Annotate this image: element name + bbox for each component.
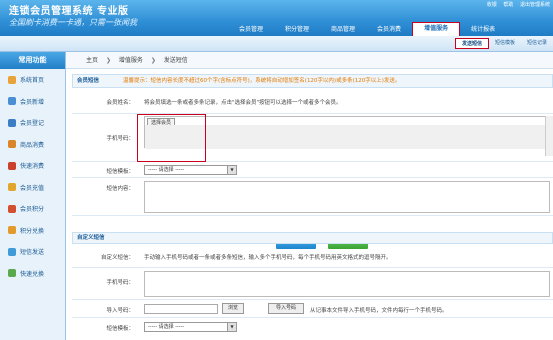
- subnav-sms-templates[interactable]: 短信模板: [489, 38, 521, 49]
- nav-points-management[interactable]: 积分管理: [274, 24, 320, 36]
- nav-product-management[interactable]: 商品管理: [320, 24, 366, 36]
- cart-icon: [8, 140, 16, 149]
- subnav: 发送短信 短信模板 短信记录: [454, 38, 553, 49]
- sidebar-item-label: 积分兑换: [20, 227, 45, 235]
- section-title-custom-sms: 自定义短信: [72, 232, 553, 244]
- header-link-logout[interactable]: 退出管理系统: [520, 2, 550, 8]
- nav-member-management[interactable]: 会员管理: [228, 24, 274, 36]
- browse-button[interactable]: 浏览: [222, 303, 244, 314]
- sidebar-item-quick-consumption[interactable]: 快速消费: [0, 155, 65, 177]
- highlight-box: [137, 114, 206, 162]
- breadcrumb-separator-icon: ❯: [150, 57, 156, 64]
- custom-template-select-value: ----- 请选择 -----: [148, 324, 185, 330]
- nav-member-consumption[interactable]: 会员消费: [366, 24, 412, 36]
- sidebar-item-points-exchange[interactable]: 积分兑换: [0, 220, 65, 242]
- custom-template-row: 短信模板： ----- 请选择 ----- ▼: [72, 318, 553, 336]
- user-add-icon: [8, 97, 16, 106]
- sidebar-item-member-recharge[interactable]: 会员充值: [0, 177, 65, 199]
- breadcrumb-services[interactable]: 增值服务: [119, 57, 143, 64]
- import-numbers-button[interactable]: 导入号码: [268, 303, 304, 314]
- sidebar-item-label: 会员新增: [20, 98, 45, 106]
- sidebar-item-quick-exchange[interactable]: 快速兑换: [0, 263, 65, 285]
- lightning-icon: [8, 161, 16, 170]
- import-hint: 从记事本文件导入手机号码，文件内每行一个手机号码。: [310, 308, 448, 314]
- sidebar-item-label: 会员登记: [20, 120, 45, 128]
- nav-value-added-services[interactable]: 增值服务: [412, 22, 461, 37]
- sidebar-item-label: 会员积分: [20, 206, 45, 214]
- custom-hint-row: 自定义短信： 手动输入手机号码或者一条或者多条短信，输入多个手机号码，每个手机号…: [72, 246, 553, 268]
- home-icon: [8, 75, 16, 84]
- app-slogan: 全国刷卡消费一卡通，只需一张闻我: [9, 18, 137, 27]
- chevron-down-icon: ▼: [227, 166, 236, 174]
- sms-notice: 温馨提示：短信内容长度不超过60个字(含标点符号)，系统将自动增加签名(120字…: [123, 78, 401, 84]
- recipient-row: 会员姓名： 将会员填选一条或者多条记录，点击"选择会员"按钮可以选择一个或者多个…: [72, 90, 553, 114]
- sidebar-item-label: 商品消费: [20, 141, 45, 149]
- sidebar-item-member-register[interactable]: 会员登记: [0, 112, 65, 134]
- sidebar-item-member-points[interactable]: 会员积分: [0, 198, 65, 220]
- scrollbar[interactable]: [545, 116, 553, 156]
- header-link-help[interactable]: 帮助: [503, 2, 513, 8]
- breadcrumb-home[interactable]: 主页: [86, 57, 98, 64]
- import-file-input[interactable]: [144, 304, 218, 314]
- import-label: 导入号码：: [106, 308, 134, 314]
- import-row: 导入号码： 浏览 导入号码 从记事本文件导入手机号码，文件内每行一个手机号码。: [72, 300, 553, 318]
- custom-phone-label: 手机号码：: [106, 280, 134, 286]
- breadcrumb: 主页 ❯ 增值服务 ❯ 发送短信: [66, 52, 553, 69]
- template-label: 短信模板：: [106, 169, 134, 175]
- sidebar-item-label: 短信发送: [20, 249, 45, 257]
- phone-label: 手机号码：: [106, 136, 134, 142]
- template-select-value: ----- 请选择 -----: [148, 167, 185, 173]
- breadcrumb-separator-icon: ❯: [105, 57, 111, 64]
- custom-template-label: 短信模板：: [106, 326, 134, 332]
- custom-template-select[interactable]: ----- 请选择 ----- ▼: [144, 322, 237, 332]
- header-links: 收银 帮助 退出管理系统: [482, 1, 550, 8]
- sms-content-textarea[interactable]: [144, 181, 550, 213]
- main-content: 主页 ❯ 增值服务 ❯ 发送短信 会员短信 温馨提示：短信内容长度不超过60个字…: [66, 52, 553, 340]
- breadcrumb-current: 发送短信: [163, 57, 188, 64]
- custom-phone-row: 手机号码：: [72, 268, 553, 300]
- recipient-label: 会员姓名：: [106, 100, 134, 106]
- gift-icon: [8, 226, 16, 235]
- sidebar-item-label: 快速消费: [20, 163, 45, 171]
- chevron-down-icon: ▼: [227, 323, 236, 331]
- user-icon: [8, 118, 16, 127]
- section-title-member-sms: 会员短信: [77, 78, 100, 84]
- subnav-sms-records[interactable]: 短信记录: [521, 38, 553, 49]
- sidebar-item-label: 快速兑换: [20, 270, 45, 278]
- content-row: 短信内容：: [72, 178, 553, 216]
- card-icon: [8, 183, 16, 192]
- message-icon: [8, 247, 16, 256]
- sidebar-title: 常用功能: [0, 52, 65, 69]
- template-row: 短信模板： ----- 请选择 ----- ▼: [72, 162, 553, 178]
- sidebar-item-home[interactable]: 系统首页: [0, 69, 65, 91]
- exchange-icon: [8, 269, 16, 278]
- coin-icon: [8, 204, 16, 213]
- sidebar-item-add-member[interactable]: 会员新增: [0, 91, 65, 113]
- subnav-send-sms[interactable]: 发送短信: [454, 38, 489, 49]
- sidebar-item-sms-send[interactable]: 短信发送: [0, 241, 65, 263]
- main-nav: 会员管理 积分管理 商品管理 会员消费 增值服务 统计报表: [228, 22, 506, 37]
- custom-hint-label: 自定义短信：: [100, 255, 134, 261]
- recipient-hint: 将会员填选一条或者多条记录，点击"选择会员"按钮可以选择一个或者多个会员。: [144, 100, 342, 106]
- sidebar-item-label: 会员充值: [20, 184, 45, 192]
- sms-notice-row: 会员短信 温馨提示：短信内容长度不超过60个字(含标点符号)，系统将自动增加签名…: [72, 74, 553, 88]
- sidebar-item-label: 系统首页: [20, 77, 45, 85]
- template-select[interactable]: ----- 请选择 ----- ▼: [144, 165, 237, 175]
- nav-statistics[interactable]: 统计报表: [460, 24, 506, 36]
- app-header: 连锁会员管理系统 专业版 全国刷卡消费一卡通，只需一张闻我 收银 帮助 退出管理…: [0, 0, 553, 37]
- custom-phone-textarea[interactable]: [144, 271, 550, 297]
- sidebar: 常用功能 系统首页 会员新增 会员登记 商品消费 快速消费 会员充值 会员积分 …: [0, 52, 66, 340]
- header-link-cashier[interactable]: 收银: [487, 2, 497, 8]
- content-label: 短信内容：: [106, 186, 134, 192]
- app-title: 连锁会员管理系统 专业版: [9, 6, 129, 17]
- custom-hint: 手动输入手机号码或者一条或者多条短信，输入多个手机号码，每个手机号码用英文格式的…: [144, 255, 392, 261]
- sidebar-item-product-consumption[interactable]: 商品消费: [0, 134, 65, 156]
